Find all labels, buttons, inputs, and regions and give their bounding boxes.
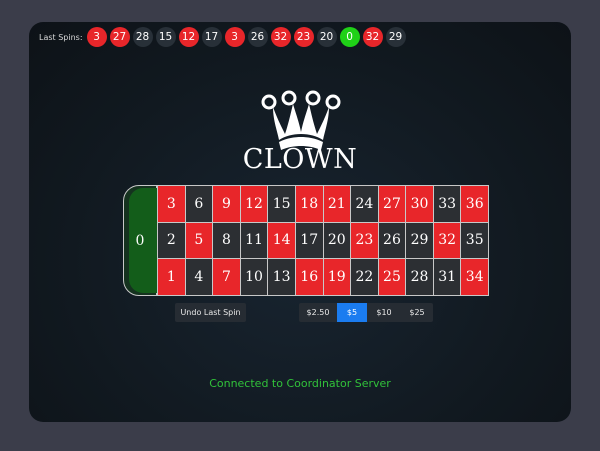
zero-label: 0 (135, 232, 145, 249)
last-spin-badge: 27 (109, 27, 130, 47)
number-cell[interactable]: 30 (406, 186, 434, 223)
number-cell[interactable]: 19 (323, 259, 352, 296)
number-cell[interactable]: 20 (323, 222, 352, 260)
number-cell[interactable]: 2 (158, 222, 186, 260)
number-cell[interactable]: 10 (240, 259, 269, 296)
chip-option[interactable]: $5 (337, 303, 367, 322)
last-spin-badge: 3 (224, 27, 245, 47)
number-cell[interactable]: 24 (351, 186, 379, 223)
number-cell[interactable]: 35 (461, 222, 489, 260)
number-cell[interactable]: 5 (185, 222, 214, 260)
last-spin-badge: 17 (201, 27, 222, 47)
number-cell[interactable]: 14 (268, 222, 296, 260)
number-cell[interactable]: 12 (240, 186, 269, 223)
number-cell[interactable]: 3 (158, 186, 186, 223)
roulette-board: 0 3 6 9 12 15 18 21 24 27 30 33 36 2 5 8 11 14 17 20 23 26 29… (123, 185, 489, 296)
number-cell[interactable]: 16 (295, 259, 324, 296)
number-cell[interactable]: 15 (268, 186, 296, 223)
last-spin-badge: 26 (247, 27, 268, 47)
chip-option[interactable]: $25 (401, 303, 433, 322)
zero-cell[interactable]: 0 (123, 185, 157, 296)
number-cell[interactable]: 26 (378, 222, 407, 260)
connection-status: Connected to Coordinator Server (209, 377, 391, 390)
chip-selector: $2.50 $5 $10 $25 (299, 303, 433, 322)
number-cell[interactable]: 25 (378, 259, 407, 296)
number-cell[interactable]: 1 (158, 259, 186, 296)
last-spins-list: 3 27 28 15 12 17 3 26 32 23 20 0 32 29 (86, 27, 409, 47)
last-spins-label: Last Spins: (39, 32, 83, 42)
undo-last-spin-button[interactable]: Undo Last Spin (175, 303, 246, 322)
number-cell[interactable]: 13 (268, 259, 296, 296)
number-cell[interactable]: 28 (406, 259, 434, 296)
number-cell[interactable]: 17 (295, 222, 324, 260)
number-cell[interactable]: 11 (240, 222, 269, 260)
number-cell[interactable]: 9 (213, 186, 241, 223)
last-spin-badge: 15 (155, 27, 176, 47)
number-cell[interactable]: 4 (185, 259, 214, 296)
last-spin-badge: 32 (362, 27, 383, 47)
number-cell[interactable]: 36 (461, 186, 489, 223)
last-spin-badge: 23 (293, 27, 314, 47)
last-spin-badge: 0 (339, 27, 360, 47)
number-cell[interactable]: 21 (323, 186, 352, 223)
last-spin-badge: 12 (178, 27, 199, 47)
number-cell[interactable]: 18 (295, 186, 324, 223)
number-cell[interactable]: 31 (433, 259, 462, 296)
chip-option[interactable]: $10 (367, 303, 401, 322)
last-spin-badge: 20 (316, 27, 337, 47)
number-cell[interactable]: 7 (213, 259, 241, 296)
number-cell[interactable]: 34 (461, 259, 489, 296)
number-grid: 3 6 9 12 15 18 21 24 27 30 33 36 2 5 8 11 14 17 20 23 26 29 32… (157, 185, 489, 296)
number-cell[interactable]: 33 (433, 186, 462, 223)
number-cell[interactable]: 27 (378, 186, 407, 223)
number-cell[interactable]: 32 (433, 222, 462, 260)
game-window: Last Spins: 3 27 28 15 12 17 3 26 32 23 20 0 32 29 CL… (29, 22, 571, 422)
last-spin-badge: 29 (385, 27, 406, 47)
last-spins-bar: Last Spins: 3 27 28 15 12 17 3 26 32 23 20 0 32 29 (39, 27, 409, 47)
number-cell[interactable]: 22 (351, 259, 379, 296)
number-cell[interactable]: 8 (213, 222, 241, 260)
number-cell[interactable]: 29 (406, 222, 434, 260)
number-cell[interactable]: 23 (351, 222, 379, 260)
brand-name: CLOWN (242, 144, 358, 175)
chip-option[interactable]: $2.50 (299, 303, 337, 322)
number-cell[interactable]: 6 (185, 186, 214, 223)
last-spin-badge: 28 (132, 27, 153, 47)
last-spin-badge: 3 (86, 27, 107, 47)
last-spin-badge: 32 (270, 27, 291, 47)
